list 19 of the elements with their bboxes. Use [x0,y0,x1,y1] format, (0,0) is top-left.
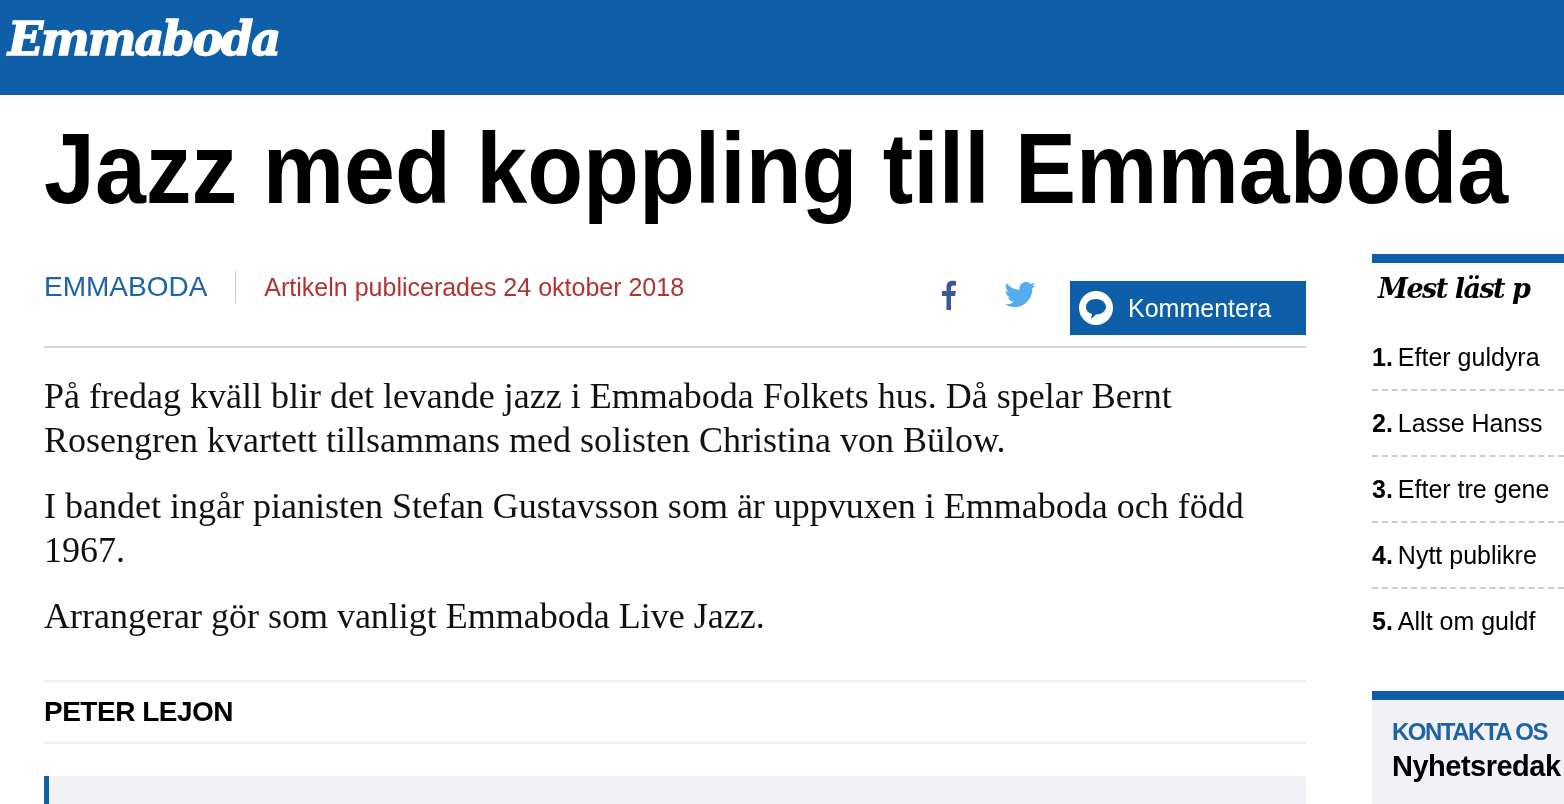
most-read-heading: Mest läst p [1376,272,1531,306]
contact-label: KONTAKTA OS [1392,718,1549,746]
publish-date: Artikeln publicerades 24 oktober 2018 [264,272,685,302]
article-paragraph: I bandet ingår pianisten Stefan Gustavsson som är uppvuxen i Emmaboda och född 1967. [44,485,1245,572]
site-logo[interactable]: Emmaboda [8,12,280,66]
most-read-item[interactable]: 3. Efter tre gene [1372,457,1564,523]
article-paragraph: Arrangerar gör som vanligt Emmaboda Live Jazz. [44,595,766,638]
most-read-item[interactable]: 2. Lasse Hanss [1372,391,1564,457]
comment-button[interactable]: Kommentera [1070,281,1306,335]
most-read-item[interactable]: 5. Allt om guldf [1372,589,1564,653]
contact-title: Nyhetsredak [1392,750,1562,783]
article-paragraph: På fredag kväll blir det levande jazz i Emmaboda Folkets hus. Då spelar Bernt Rosengren kvartett tillsammans med solisten Christina von Bülow. [44,375,1173,462]
facebook-icon[interactable] [942,280,956,310]
section-link[interactable]: EMMABODA [44,271,208,303]
most-read-item[interactable]: 4. Nytt publikre [1372,523,1564,589]
speech-bubble-icon [1078,290,1114,326]
article-headline: Jazz med koppling till Emmaboda [44,111,1509,226]
author-name: PETER LEJON [44,696,233,728]
most-read-item[interactable]: 1. Efter guldyra [1372,325,1564,391]
